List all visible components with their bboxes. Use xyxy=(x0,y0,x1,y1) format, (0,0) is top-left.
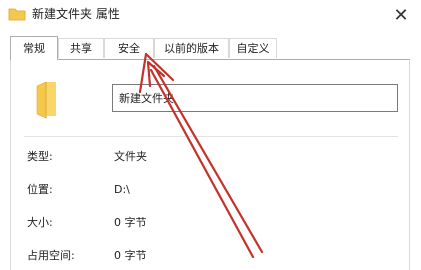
type-label: 类型: xyxy=(27,150,53,163)
tab-sharing[interactable]: 共享 xyxy=(58,38,104,58)
type-value: 文件夹 xyxy=(114,150,147,163)
location-value: D:\ xyxy=(114,183,130,196)
location-label: 位置: xyxy=(27,183,53,196)
tab-security[interactable]: 安全 xyxy=(104,38,154,58)
close-button[interactable]: ✕ xyxy=(381,0,421,30)
folder-icon xyxy=(8,8,26,21)
folder-icon xyxy=(36,81,56,119)
close-icon: ✕ xyxy=(393,4,409,26)
window-title: 新建文件夹 属性 xyxy=(32,7,120,21)
tab-bar: 常规 共享 安全 以前的版本 自定义 xyxy=(0,36,421,60)
tab-previous-versions[interactable]: 以前的版本 xyxy=(154,38,229,58)
tab-customize[interactable]: 自定义 xyxy=(229,38,277,58)
size-on-disk-label: 占用空间: xyxy=(27,249,75,262)
folder-name-input[interactable] xyxy=(112,84,398,112)
tab-general[interactable]: 常规 xyxy=(10,36,58,60)
size-value: 0 字节 xyxy=(114,216,147,229)
separator xyxy=(24,136,398,137)
size-on-disk-value: 0 字节 xyxy=(114,249,147,262)
size-label: 大小: xyxy=(27,216,53,229)
title-bar: 新建文件夹 属性 ✕ xyxy=(0,0,421,30)
